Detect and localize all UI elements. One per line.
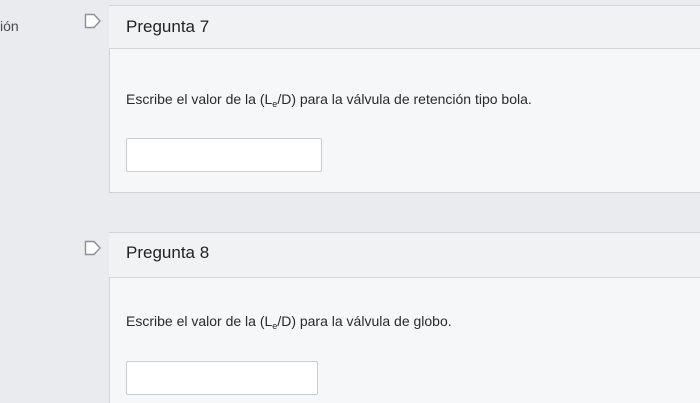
question-8-header: Pregunta 8 [109, 232, 700, 278]
question-7-prompt-start: Escribe el valor de la (L [126, 91, 273, 107]
question-8-answer-input[interactable] [126, 361, 318, 395]
question-8-title: Pregunta 8 [126, 243, 210, 262]
question-7-prompt-end: /D) para la válvula de retención tipo bo… [277, 91, 532, 107]
question-7-body: Escribe el valor de la (Le/D) para la vá… [109, 49, 700, 193]
sidebar-cut-label: ión [0, 18, 19, 34]
flag-outline-icon[interactable] [84, 240, 102, 256]
question-7-answer-input[interactable] [126, 138, 322, 172]
flag-outline-icon[interactable] [84, 13, 102, 29]
question-8-body: Escribe el valor de la (Le/D) para la vá… [109, 278, 700, 403]
question-8-prompt: Escribe el valor de la (Le/D) para la vá… [126, 313, 452, 331]
question-8-prompt-start: Escribe el valor de la (L [126, 313, 273, 329]
question-7-title: Pregunta 7 [126, 17, 210, 36]
question-7-header: Pregunta 7 [109, 5, 700, 49]
question-8-prompt-end: /D) para la válvula de globo. [277, 313, 452, 329]
question-7-prompt: Escribe el valor de la (Le/D) para la vá… [126, 91, 532, 109]
